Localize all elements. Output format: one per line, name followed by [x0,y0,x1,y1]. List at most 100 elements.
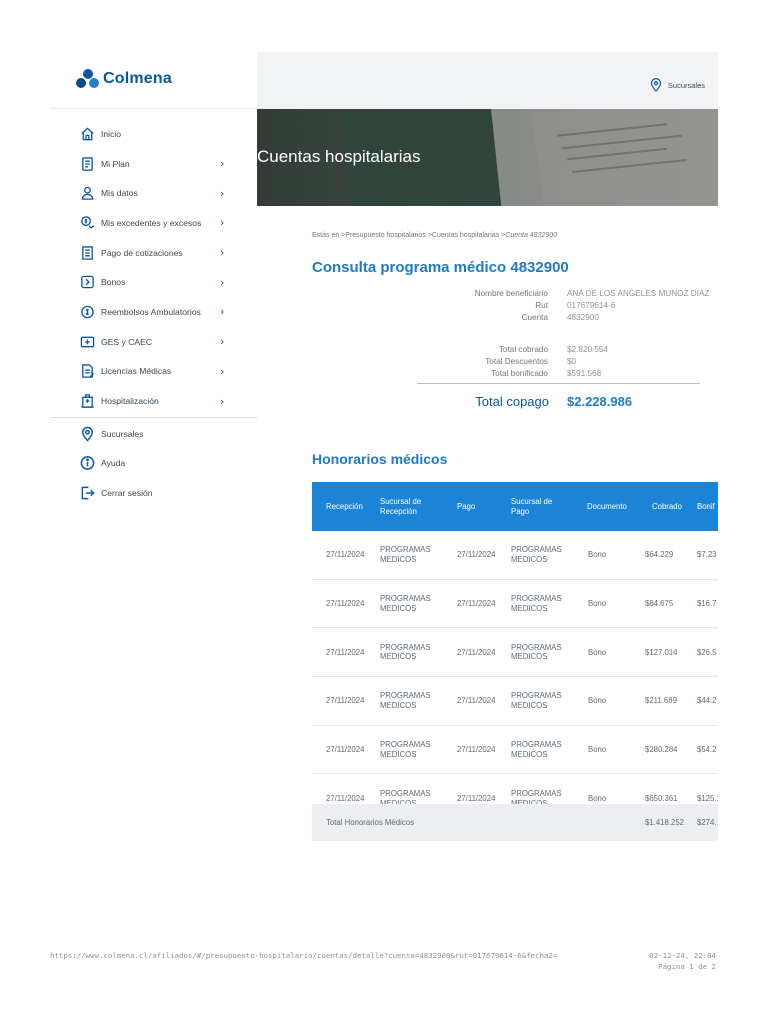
table-cell: PROGRAMAS MEDICOS [511,691,562,711]
cuenta-value: 4832900 [567,313,599,322]
header-sucursales-label: Sucursales [667,80,705,90]
sidebar-item-pago-cotizaciones[interactable]: Pago de cotizaciones › [50,238,257,268]
column-header[interactable]: Documento [587,482,642,531]
sidebar-item-sucursales[interactable]: Sucursales [50,419,257,449]
sidebar-item-label: Cerrar sesión [101,487,153,498]
table-cell: 27/11/2024 [326,744,365,754]
sidebar-nav: Inicio Mi Plan › Mis datos › Mis exceden… [50,119,257,416]
user-icon [80,186,95,201]
brand-name: Colmena [103,70,172,87]
hospital-icon [80,394,95,409]
column-header[interactable]: Sucursal de Pago [511,482,571,531]
table-row[interactable]: 27/11/2024 PROGRAMAS MEDICOS 27/11/2024 PRO… [312,531,718,580]
table-cell: 27/11/2024 [457,696,496,706]
sidebar-item-label: Mis excedentes y excesos [101,217,202,228]
info-row-total-descuentos: Total Descuentos $0 [312,357,718,369]
logo-divider [50,108,257,109]
table-row[interactable]: 27/11/2024 PROGRAMAS MEDICOS 27/11/2024 PRO… [312,677,718,726]
sidebar-item-ges-caec[interactable]: GES y CAEC › [50,327,257,357]
table-cell: $7.23 [697,550,717,560]
table-cell: $44.2 [697,696,717,706]
home-icon [80,126,95,141]
table-cell: PROGRAMAS MEDICOS [380,642,431,662]
column-header[interactable]: Recepción [326,482,378,531]
breadcrumb-item-presupuesto[interactable]: Presupuesto hospitalarios [345,232,426,239]
print-page-number: Página 1 de 2 [658,961,716,971]
table-cell: PROGRAMAS MEDICOS [380,691,431,711]
table-cell: Bono [588,647,607,657]
table-cell: $54.2 [697,744,717,754]
column-header[interactable]: Sucursal de Recepción [380,482,440,531]
breadcrumb-item-cuentas[interactable]: Cuentas hospitalarias [432,232,499,239]
refund-icon [80,304,95,319]
sidebar-item-bonos[interactable]: Bonos › [50,267,257,297]
table-cell: Bono [588,696,607,706]
honorarios-table[interactable]: Recepción Sucursal de Recepción Pago Suc… [312,482,718,860]
page-title: Consulta programa médico 4832900 [312,259,569,276]
table-cell: Bono [588,744,607,754]
print-url: https://www.colmena.cl/afiliados/#/presu… [50,951,558,960]
info-row-nombre: Nombre beneficiario ANA DE LOS ANGELES M… [312,289,718,301]
chevron-right-icon: › [220,305,225,319]
table-footer-row: Total Honorarios Médicos $1.418.252 $274… [312,804,718,841]
chevron-right-icon: › [220,335,225,349]
column-header[interactable]: Pago [457,482,497,531]
chevron-right-icon: › [220,394,225,408]
table-row[interactable]: 27/11/2024 PROGRAMAS MEDICOS 27/11/2024 PRO… [312,628,718,677]
sidebar-item-label: Reembolsos Ambulatorios [101,306,201,317]
sidebar-item-mi-plan[interactable]: Mi Plan › [50,149,257,179]
table-cell: 27/11/2024 [457,598,496,608]
sidebar-item-label: Pago de cotizaciones [101,247,183,258]
chevron-right-icon: › [220,157,225,171]
chevron-right-icon: › [220,216,225,230]
table-cell: PROGRAMAS MEDICOS [380,545,431,564]
table-cell: $64.229 [645,550,674,560]
colmena-logo[interactable]: Colmena [76,68,172,90]
location-pin-icon [650,78,662,92]
chevron-right-icon: › [220,275,225,289]
table-cell: Bono [588,550,607,560]
sidebar-item-label: GES y CAEC [101,336,153,347]
sidebar-item-mis-excedentes[interactable]: Mis excedentes y excesos › [50,208,257,238]
table-cell: Bono [588,598,607,608]
medical-license-icon [80,364,95,379]
sidebar-item-licencias[interactable]: Licencias Médicas › [50,357,257,387]
location-pin-icon [80,426,95,442]
totals-divider [417,383,700,384]
sidebar-item-reembolsos[interactable]: Reembolsos Ambulatorios › [50,297,257,327]
header-sucursales-link[interactable]: Sucursales [650,78,705,92]
chevron-right-icon: › [220,364,225,378]
breadcrumb-prefix: Estás en > [312,232,346,239]
info-row-rut: Rut 017679614-6 [312,301,718,313]
sidebar-item-hospitalizacion[interactable]: Hospitalización › [50,386,257,416]
info-row-total-bonificado: Total bonificado $591.568 [312,369,718,381]
table-cell: $26.5 [697,647,717,657]
table-cell: PROGRAMAS MEDICOS [511,642,562,662]
sidebar-item-label: Bonos [101,277,126,288]
print-datetime: 02-12-24, 22:04 [649,951,716,960]
sidebar-item-inicio[interactable]: Inicio [50,119,257,149]
table-row[interactable]: 27/11/2024 PROGRAMAS MEDICOS 27/11/2024 PRO… [312,580,718,629]
info-row-total-cobrado: Total cobrado $2.820.554 [312,345,718,357]
sidebar-item-cerrar-sesion[interactable]: Cerrar sesión [50,478,257,508]
sidebar-item-label: Sucursales [101,428,144,439]
sidebar-item-mis-datos[interactable]: Mis datos › [50,178,257,208]
total-descuentos-value: $0 [567,357,577,366]
voucher-icon [80,275,95,290]
info-icon [80,456,95,471]
table-cell: $127.014 [645,647,678,657]
table-cell: PROGRAMAS MEDICOS [380,593,431,613]
table-cell: PROGRAMAS MEDICOS [511,545,562,564]
table-cell: 27/11/2024 [326,598,365,608]
sidebar-item-ayuda[interactable]: Ayuda [50,449,257,479]
column-header[interactable]: Bonif [697,482,718,531]
total-cobrado-value: $2.820.554 [567,345,608,354]
table-cell: $211.689 [645,696,677,706]
chevron-right-icon: › [220,186,225,200]
table-row[interactable]: 27/11/2024 PROGRAMAS MEDICOS 27/11/2024 PRO… [312,726,718,775]
table-cell: 27/11/2024 [326,550,365,560]
table-cell: PROGRAMAS MEDICOS [511,740,562,759]
sidebar-item-label: Inicio [101,128,122,139]
nombre-value: ANA DE LOS ANGELES MUNOZ DIAZ [567,289,710,298]
column-header[interactable]: Cobrado [652,482,697,531]
